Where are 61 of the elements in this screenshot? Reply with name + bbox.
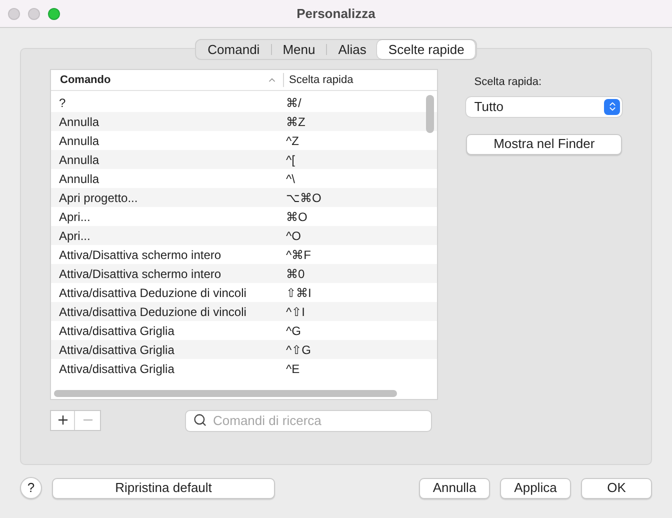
zoom-button[interactable] [48,8,60,20]
table-row[interactable]: Attiva/disattiva Griglia ^⇧G [51,340,438,359]
minimize-button[interactable] [28,8,40,20]
dialog-button[interactable]: Applica [500,478,571,498]
filter-dropdown[interactable]: Tutto [466,96,622,116]
table-cell-text: ⌘/ [285,94,302,112]
table-cell-text: Attiva/Disattiva schermo intero [58,266,222,282]
table-cell-text: ^Z [285,132,299,150]
table-cell-text: Attiva/disattiva Griglia [58,342,176,358]
dialog-button[interactable]: Annulla [419,478,490,498]
table-row[interactable]: Apri... ^O [51,226,438,245]
table-row[interactable]: Annulla ⌘Z [51,112,438,131]
table-cell-text: Apri... [58,208,92,226]
table-cell-text: ⌥⌘O [285,190,322,206]
table-cell-text: ^⇧G [285,342,311,358]
tab[interactable]: Menu [272,40,326,59]
table-cell-text: Attiva/disattiva Griglia [58,360,176,378]
table-cell-text: Attiva/disattiva Griglia [58,322,176,340]
table-cell-text: Apri... [58,228,92,244]
window-title: Personalizza [296,4,376,23]
table-cell-text: Attiva/Disattiva schermo intero [58,246,222,264]
search-icon [193,413,207,427]
plus-icon [56,413,70,427]
table-cell-text: ⌘Z [285,114,306,130]
table-cell-text: ^⌘F [285,246,311,264]
table-cell-text: Apri progetto... [58,190,139,206]
table-cell-text: Attiva/disattiva Deduzione di vincoli [58,304,248,320]
tab[interactable]: Comandi [196,40,271,59]
table-row[interactable]: Attiva/disattiva Deduzione di vincoli ^⇧I [51,302,438,321]
reveal-button[interactable]: Mostra nel Finder [466,134,622,154]
search-field[interactable]: Comandi di ricerca [185,410,432,432]
close-button[interactable] [8,8,20,20]
table-cell-text: ^\ [285,170,295,188]
table-cell-text: ⌘O [285,208,308,226]
table-cell-text: Attiva/disattiva Deduzione di vincoli [58,284,248,302]
table-cell-text: Annulla [58,132,100,150]
tab[interactable]: Alias [327,40,378,59]
table-cell-text: ^⇧I [285,304,305,320]
filter-label: Scelta rapida: [473,75,543,90]
table-cell-text: ^O [285,228,301,244]
column-header[interactable]: Comando [60,72,111,88]
tab[interactable]: Scelte rapide [377,40,476,59]
table-cell-text: ^[ [285,152,295,168]
column-header[interactable]: Scelta rapida [284,72,354,88]
table-row[interactable]: Annulla ^[ [51,150,438,169]
horizontal-scrollbar[interactable] [54,390,397,396]
table-cell-text: Annulla [58,114,100,130]
table-cell-text: ⌘0 [285,266,305,282]
table-cell-text: ^E [285,360,300,378]
dialog-button[interactable]: OK [581,478,652,498]
table-cell-text: ? [58,94,67,112]
table-cell-text: ^G [285,322,301,340]
table-row[interactable]: Attiva/Disattiva schermo intero ⌘0 [51,264,438,283]
vertical-scrollbar[interactable] [426,95,434,133]
reset-button[interactable]: Ripristina default [52,478,275,498]
table-row[interactable]: Apri progetto... ⌥⌘O [51,188,438,207]
help-button[interactable]: ? [20,477,42,499]
dropdown-arrows-icon [604,98,620,114]
table-cell-text: ⇧⌘I [285,284,312,302]
table-cell-text: Annulla [58,152,100,168]
table-cell-text: Annulla [58,170,100,188]
